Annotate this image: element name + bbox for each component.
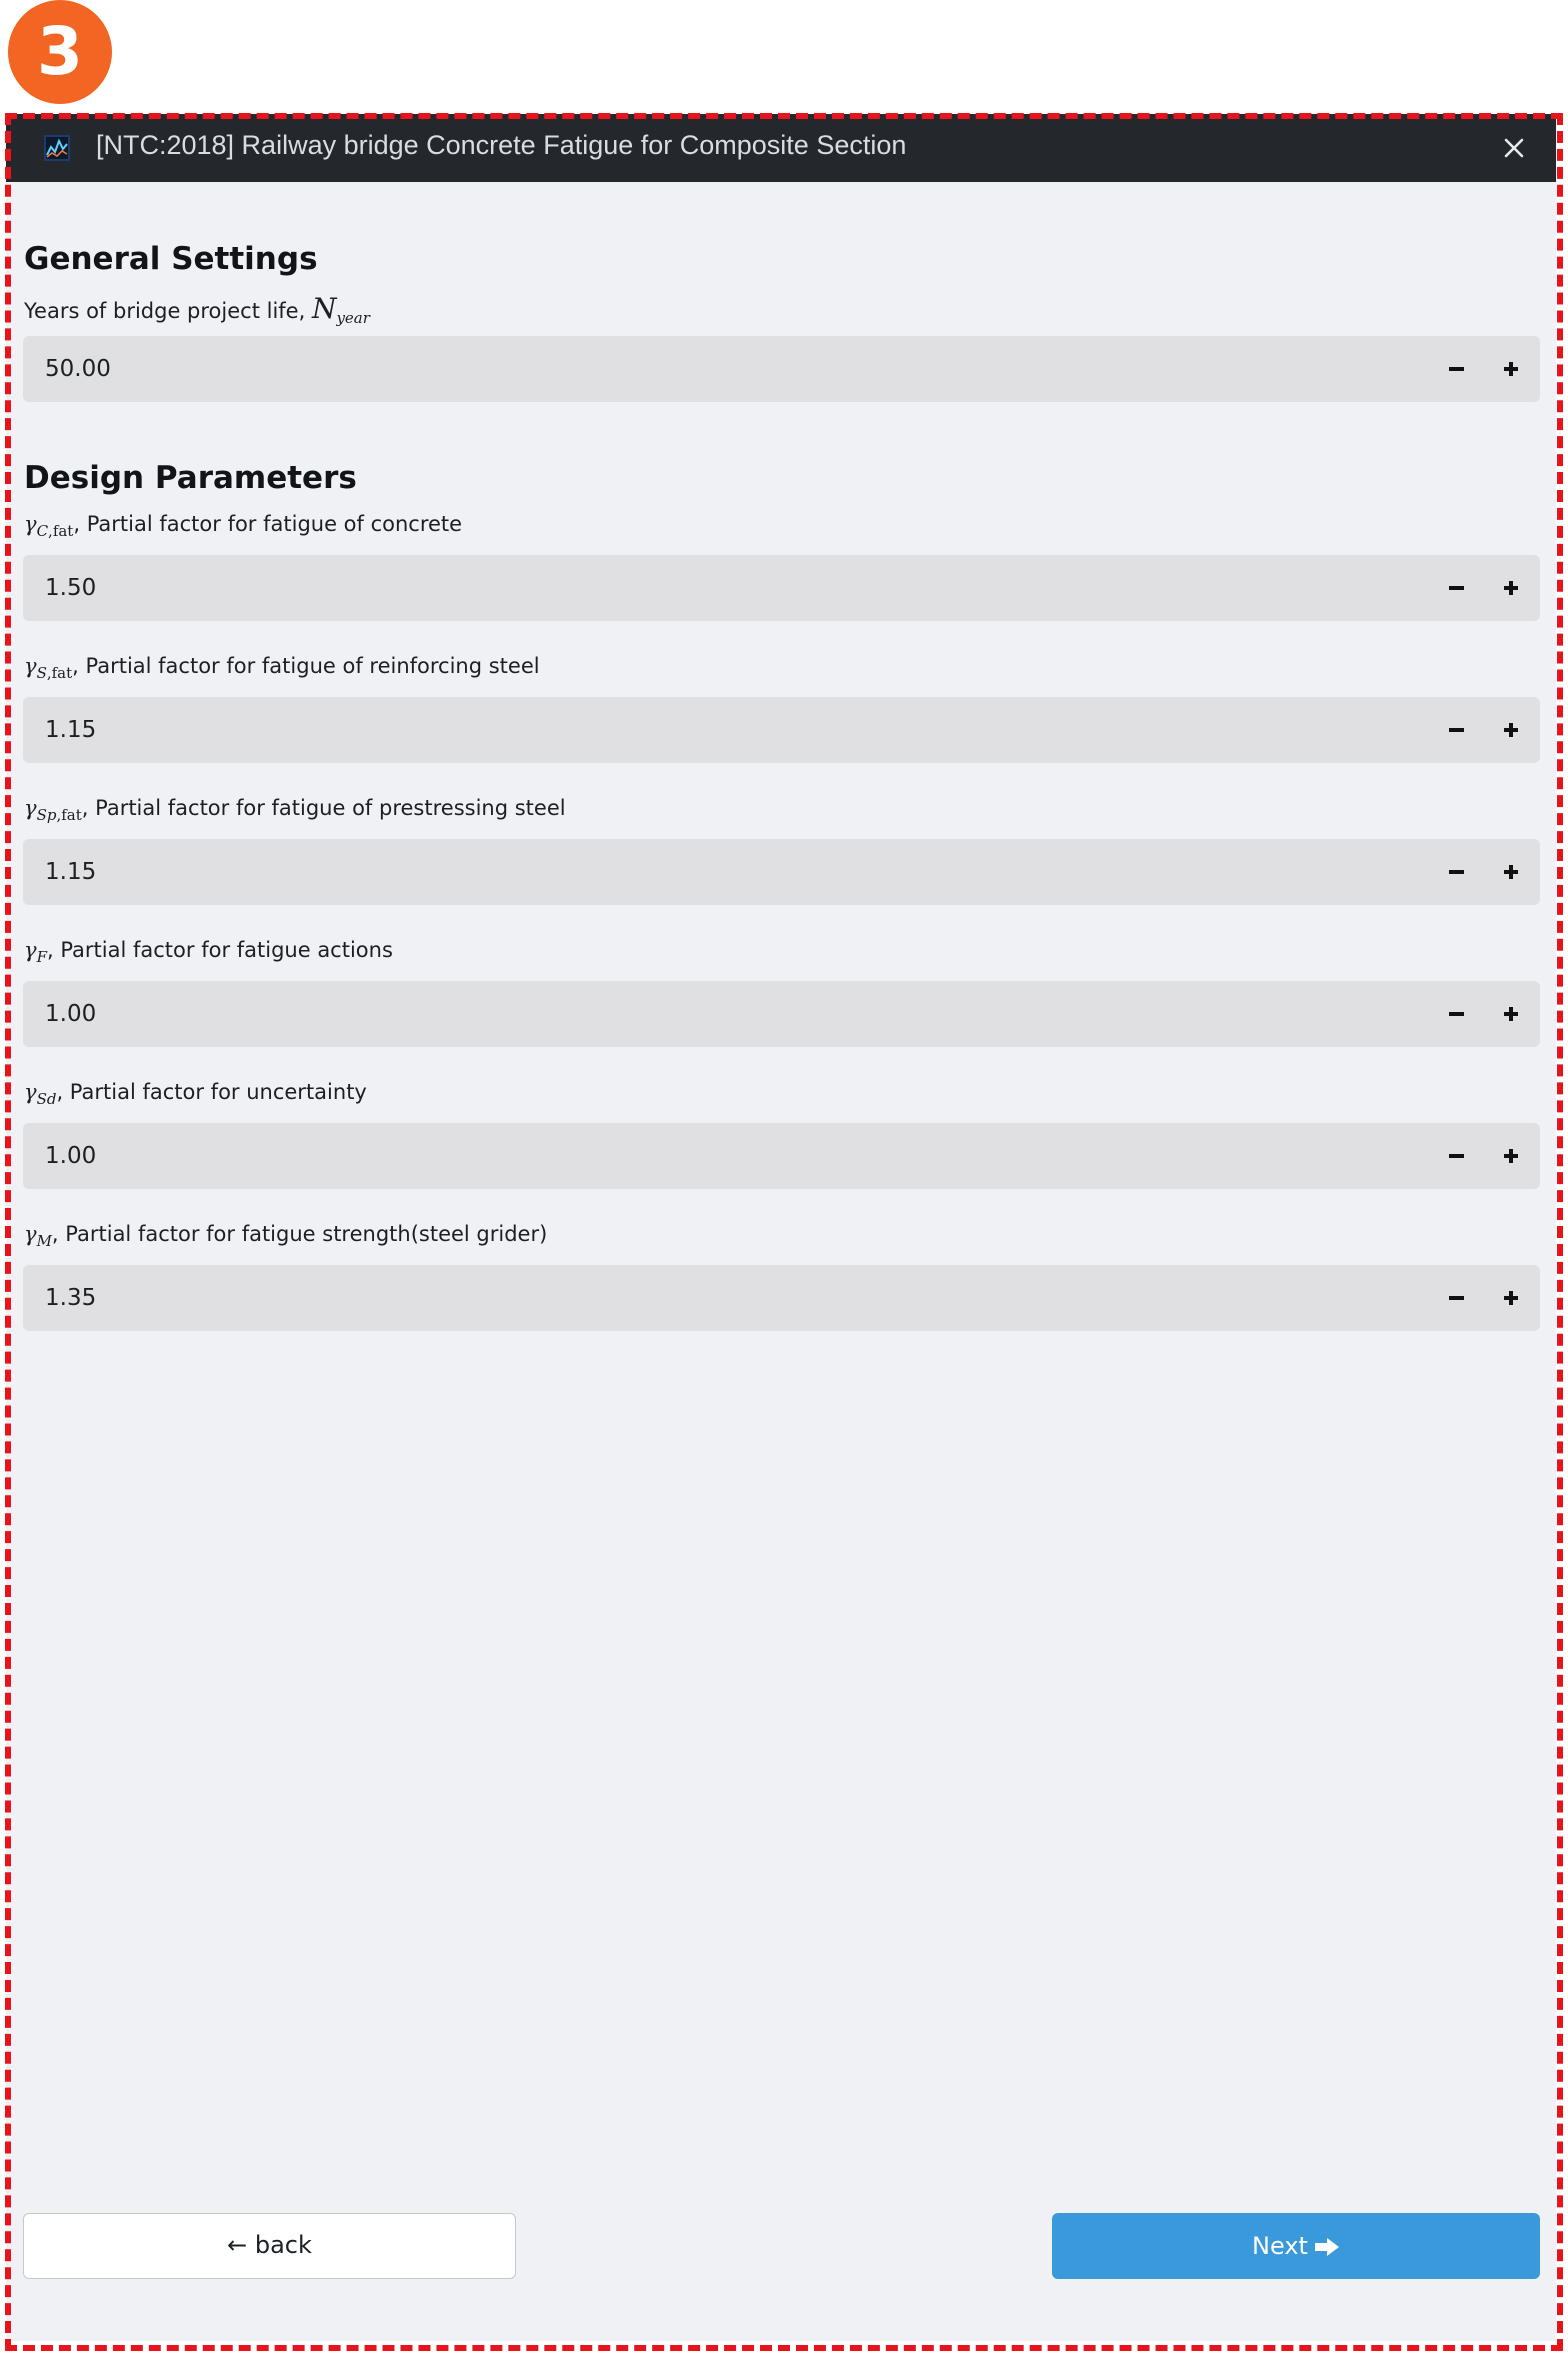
highlight-frame — [5, 113, 1563, 2351]
step-number-badge: 3 — [8, 0, 112, 104]
